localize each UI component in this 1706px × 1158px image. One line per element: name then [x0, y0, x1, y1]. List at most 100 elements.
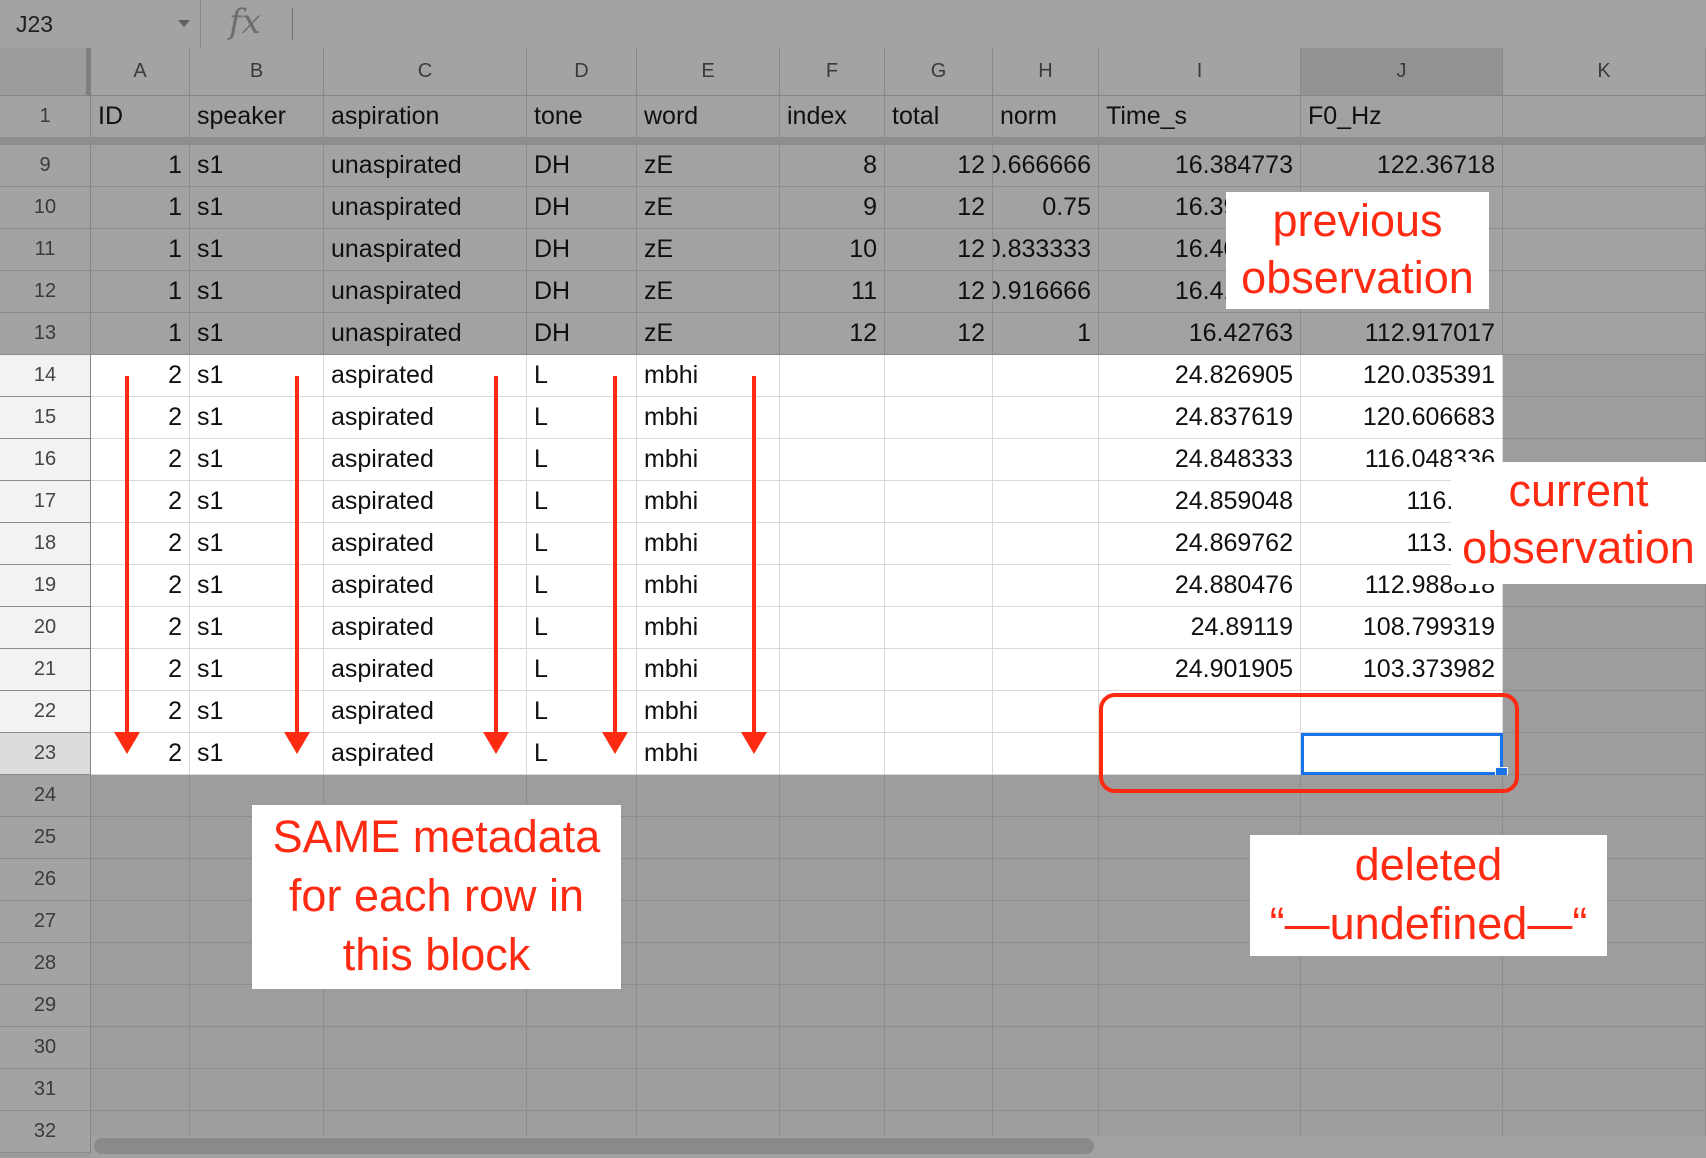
- cell-c29[interactable]: [324, 985, 527, 1027]
- cell-b29[interactable]: [190, 985, 324, 1027]
- header-cell-e[interactable]: word: [637, 96, 780, 138]
- cell-c10[interactable]: unaspirated: [324, 187, 527, 229]
- cell-k24[interactable]: [1503, 775, 1706, 817]
- cell-h10[interactable]: 0.75: [993, 187, 1099, 229]
- cell-b30[interactable]: [190, 1027, 324, 1069]
- cell-h11[interactable]: 0.833333: [993, 229, 1099, 271]
- header-cell-d[interactable]: tone: [527, 96, 637, 138]
- cell-d20[interactable]: L: [527, 607, 637, 649]
- cell-b14[interactable]: s1: [190, 355, 324, 397]
- cell-j14[interactable]: 120.035391: [1301, 355, 1503, 397]
- cell-d15[interactable]: L: [527, 397, 637, 439]
- cell-e25[interactable]: [637, 817, 780, 859]
- cell-d9[interactable]: DH: [527, 145, 637, 187]
- cell-k12[interactable]: [1503, 271, 1706, 313]
- cell-f21[interactable]: [780, 649, 885, 691]
- header-cell-b[interactable]: speaker: [190, 96, 324, 138]
- cell-g28[interactable]: [885, 943, 993, 985]
- cell-k13[interactable]: [1503, 313, 1706, 355]
- cell-a31[interactable]: [91, 1069, 190, 1111]
- cell-a28[interactable]: [91, 943, 190, 985]
- column-header-g[interactable]: G: [885, 48, 993, 96]
- cell-h9[interactable]: 0.666666: [993, 145, 1099, 187]
- cell-h25[interactable]: [993, 817, 1099, 859]
- cell-i19[interactable]: 24.880476: [1099, 565, 1301, 607]
- cell-k15[interactable]: [1503, 397, 1706, 439]
- cell-f28[interactable]: [780, 943, 885, 985]
- cell-a11[interactable]: 1: [91, 229, 190, 271]
- row-header-20[interactable]: 20: [0, 607, 91, 649]
- cell-d19[interactable]: L: [527, 565, 637, 607]
- cell-f16[interactable]: [780, 439, 885, 481]
- cell-d14[interactable]: L: [527, 355, 637, 397]
- cell-i30[interactable]: [1099, 1027, 1301, 1069]
- cell-h20[interactable]: [993, 607, 1099, 649]
- cell-g18[interactable]: [885, 523, 993, 565]
- cell-f14[interactable]: [780, 355, 885, 397]
- cell-j29[interactable]: [1301, 985, 1503, 1027]
- cell-d22[interactable]: L: [527, 691, 637, 733]
- cell-g13[interactable]: 12: [885, 313, 993, 355]
- row-header-28[interactable]: 28: [0, 943, 91, 985]
- cell-j13[interactable]: 112.917017: [1301, 313, 1503, 355]
- cell-e11[interactable]: zE: [637, 229, 780, 271]
- cell-f17[interactable]: [780, 481, 885, 523]
- row-header-17[interactable]: 17: [0, 481, 91, 523]
- header-cell-f[interactable]: index: [780, 96, 885, 138]
- cell-i20[interactable]: 24.89119: [1099, 607, 1301, 649]
- cell-h27[interactable]: [993, 901, 1099, 943]
- cell-d21[interactable]: L: [527, 649, 637, 691]
- cell-b18[interactable]: s1: [190, 523, 324, 565]
- cell-e17[interactable]: mbhi: [637, 481, 780, 523]
- cell-g17[interactable]: [885, 481, 993, 523]
- select-all-corner[interactable]: [0, 48, 91, 96]
- cell-d10[interactable]: DH: [527, 187, 637, 229]
- cell-d30[interactable]: [527, 1027, 637, 1069]
- cell-b22[interactable]: s1: [190, 691, 324, 733]
- cell-a21[interactable]: 2: [91, 649, 190, 691]
- header-cell-g[interactable]: total: [885, 96, 993, 138]
- cell-b16[interactable]: s1: [190, 439, 324, 481]
- cell-i29[interactable]: [1099, 985, 1301, 1027]
- cell-j20[interactable]: 108.799319: [1301, 607, 1503, 649]
- cell-a13[interactable]: 1: [91, 313, 190, 355]
- cell-a22[interactable]: 2: [91, 691, 190, 733]
- cell-e21[interactable]: mbhi: [637, 649, 780, 691]
- cell-j9[interactable]: 122.36718: [1301, 145, 1503, 187]
- cell-a20[interactable]: 2: [91, 607, 190, 649]
- column-header-e[interactable]: E: [637, 48, 780, 96]
- cell-i14[interactable]: 24.826905: [1099, 355, 1301, 397]
- row-header-30[interactable]: 30: [0, 1027, 91, 1069]
- cell-f22[interactable]: [780, 691, 885, 733]
- cell-i15[interactable]: 24.837619: [1099, 397, 1301, 439]
- cell-i9[interactable]: 16.384773: [1099, 145, 1301, 187]
- cell-d18[interactable]: L: [527, 523, 637, 565]
- cell-i31[interactable]: [1099, 1069, 1301, 1111]
- cell-c31[interactable]: [324, 1069, 527, 1111]
- cell-e13[interactable]: zE: [637, 313, 780, 355]
- header-cell-a[interactable]: ID: [91, 96, 190, 138]
- cell-f30[interactable]: [780, 1027, 885, 1069]
- cell-f15[interactable]: [780, 397, 885, 439]
- cell-f27[interactable]: [780, 901, 885, 943]
- cell-f31[interactable]: [780, 1069, 885, 1111]
- cell-i21[interactable]: 24.901905: [1099, 649, 1301, 691]
- cell-a10[interactable]: 1: [91, 187, 190, 229]
- cell-f12[interactable]: 11: [780, 271, 885, 313]
- cell-h17[interactable]: [993, 481, 1099, 523]
- cell-e14[interactable]: mbhi: [637, 355, 780, 397]
- column-header-a[interactable]: A: [91, 48, 190, 96]
- cell-g25[interactable]: [885, 817, 993, 859]
- cell-e27[interactable]: [637, 901, 780, 943]
- cell-d31[interactable]: [527, 1069, 637, 1111]
- cell-a12[interactable]: 1: [91, 271, 190, 313]
- cell-a23[interactable]: 2: [91, 733, 190, 775]
- cell-k11[interactable]: [1503, 229, 1706, 271]
- cell-g12[interactable]: 12: [885, 271, 993, 313]
- cell-b11[interactable]: s1: [190, 229, 324, 271]
- cell-d29[interactable]: [527, 985, 637, 1027]
- cell-f11[interactable]: 10: [780, 229, 885, 271]
- column-header-d[interactable]: D: [527, 48, 637, 96]
- cell-g26[interactable]: [885, 859, 993, 901]
- cell-c11[interactable]: unaspirated: [324, 229, 527, 271]
